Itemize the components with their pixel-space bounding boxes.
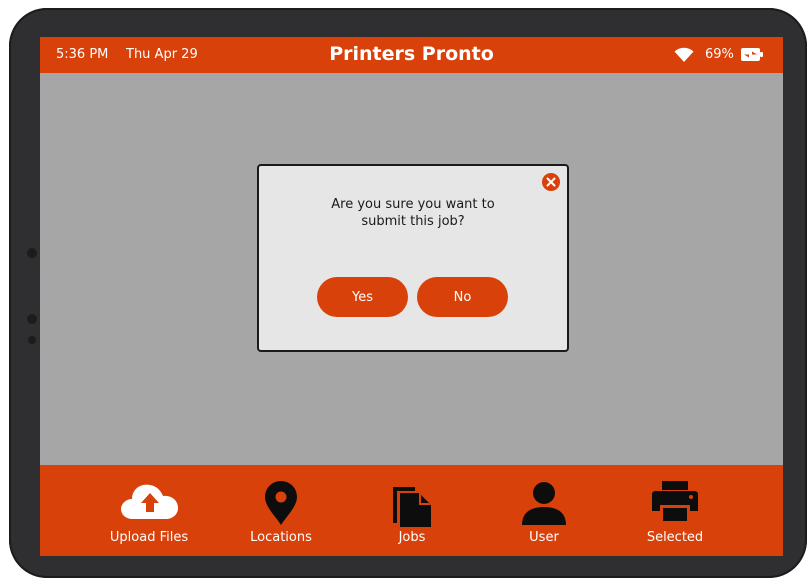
close-icon[interactable]	[542, 173, 560, 191]
tab-locations[interactable]: Locations	[216, 465, 346, 556]
no-button[interactable]: No	[417, 277, 508, 317]
app-screen: 5:36 PM Thu Apr 29 Printers Pronto 69% A…	[40, 37, 783, 556]
cloud-upload-icon	[121, 484, 178, 519]
tab-label: Upload Files	[109, 530, 189, 545]
battery-percent: 69%	[705, 47, 734, 62]
confirm-dialog: Are you sure you want to submit this job…	[257, 164, 569, 352]
app-title: Printers Pronto	[329, 43, 494, 65]
tab-user[interactable]: User	[479, 465, 609, 556]
tab-selected[interactable]: Selected	[610, 465, 740, 556]
documents-icon	[393, 487, 431, 527]
wifi-icon	[674, 47, 694, 62]
tab-label: Jobs	[398, 530, 426, 545]
status-bar: 5:36 PM Thu Apr 29 Printers Pronto 69%	[40, 37, 783, 73]
side-button	[28, 336, 36, 344]
dialog-message: Are you sure you want to submit this job…	[331, 197, 495, 229]
bottom-tab-bar: Upload Files Locations Jobs User Selecte…	[40, 465, 783, 556]
tab-label: User	[529, 530, 559, 545]
battery-charging-icon	[741, 48, 763, 61]
printer-icon	[652, 481, 698, 521]
tab-label: Selected	[646, 530, 704, 545]
tab-label: Locations	[250, 530, 312, 545]
location-pin-icon	[265, 481, 297, 525]
side-button	[27, 314, 37, 324]
tab-upload-files[interactable]: Upload Files	[84, 465, 214, 556]
tab-jobs[interactable]: Jobs	[347, 465, 477, 556]
side-button	[27, 248, 37, 258]
user-icon	[522, 482, 566, 525]
yes-button[interactable]: Yes	[317, 277, 408, 317]
